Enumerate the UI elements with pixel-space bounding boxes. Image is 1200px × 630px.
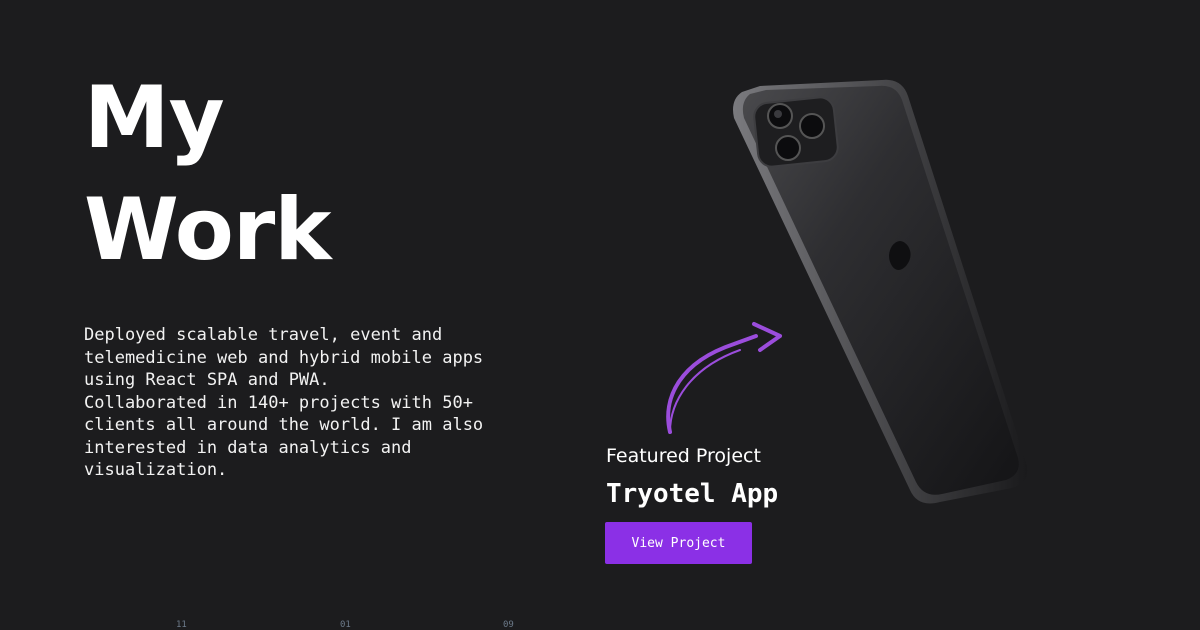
phone-image: [690, 70, 1050, 510]
intro-description: Deployed scalable travel, event and tele…: [84, 325, 484, 480]
camera-lens-2: [799, 113, 825, 139]
featured-project-name: Tryotel App: [606, 479, 779, 509]
page-title-line-2: Work: [84, 180, 331, 280]
page-title-line-1: My: [84, 68, 225, 168]
view-project-button[interactable]: View Project: [605, 522, 752, 564]
footer-number: 01: [340, 620, 351, 630]
camera-glint: [774, 110, 782, 118]
featured-project-label: Featured Project: [606, 445, 761, 467]
footer-number: 09: [503, 620, 514, 630]
phone-illustration: [733, 79, 1028, 504]
arrow-head: [752, 322, 782, 352]
arrow-shaft: [666, 334, 758, 434]
footer-numbers: 11 01 09: [0, 620, 1200, 630]
footer-number: 11: [176, 620, 187, 630]
curved-arrow-icon: [666, 322, 782, 434]
camera-lens-3: [775, 135, 801, 161]
page-title: My Work: [84, 62, 331, 286]
arrow-shaft-inner: [669, 349, 741, 433]
